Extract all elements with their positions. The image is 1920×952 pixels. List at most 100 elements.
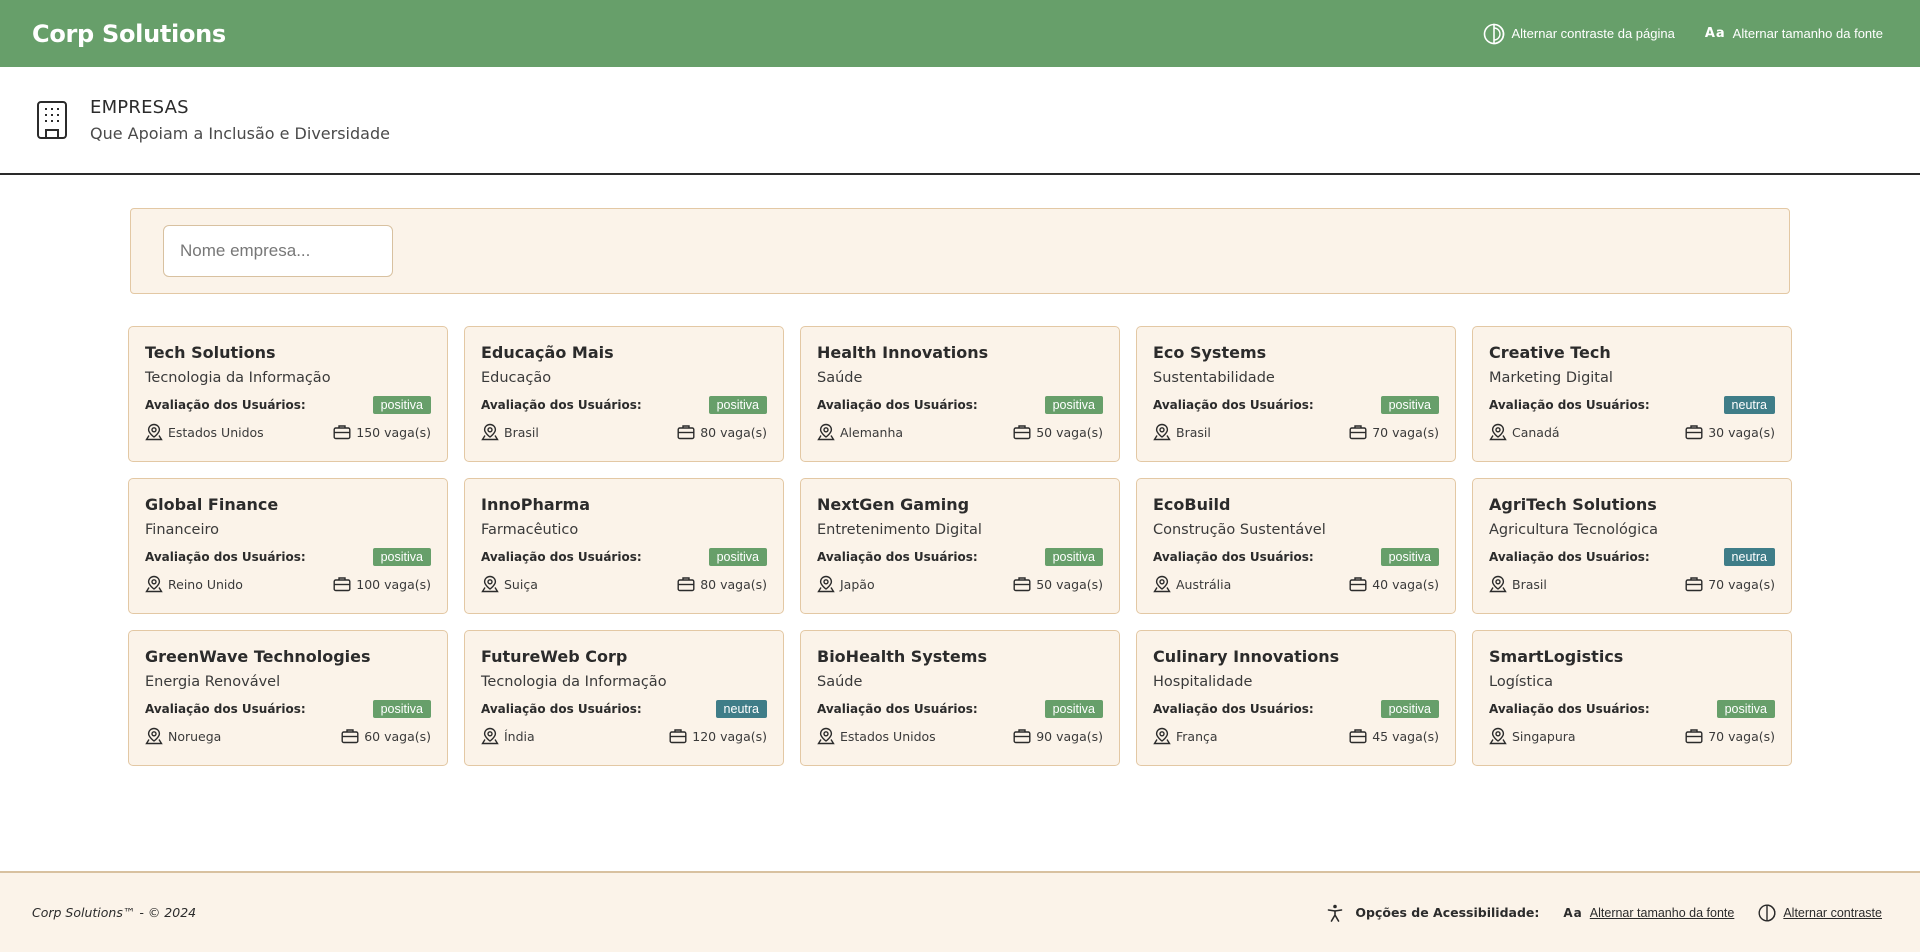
company-card[interactable]: Health Innovations Saúde Avaliação dos U… [800,326,1120,462]
company-country: Índia [504,728,535,744]
company-card[interactable]: SmartLogistics Logística Avaliação dos U… [1472,630,1792,766]
company-vacancies: 50 vaga(s) [1013,424,1103,440]
vacancies-count: 60 vaga(s) [364,728,431,744]
location-pin-icon [1153,727,1171,745]
briefcase-icon [1349,729,1367,744]
meta-row: Reino Unido 100 vaga(s) [145,574,431,594]
company-country: Reino Unido [168,576,243,592]
footer-font-size-link[interactable]: Aa Alternar tamanho da fonte [1563,906,1734,920]
company-vacancies: 90 vaga(s) [1013,728,1103,744]
company-sector: Hospitalidade [1153,674,1253,690]
briefcase-icon [1013,425,1031,440]
rating-badge: neutra [715,700,767,718]
company-name: Eco Systems [1153,343,1267,362]
rating-label: Avaliação dos Usuários: [481,398,642,412]
rating-badge: neutra [1723,548,1775,566]
company-vacancies: 70 vaga(s) [1685,728,1775,744]
vacancies-count: 70 vaga(s) [1708,576,1775,592]
rating-label: Avaliação dos Usuários: [145,398,306,412]
vacancies-count: 40 vaga(s) [1372,576,1439,592]
rating-label: Avaliação dos Usuários: [481,550,642,564]
rating-row: Avaliação dos Usuários: positiva [481,548,767,566]
rating-badge: positiva [1044,396,1103,414]
location-pin-icon [1489,423,1507,441]
header-actions: Alternar contraste da página Aa Alternar… [1483,23,1883,45]
vacancies-count: 150 vaga(s) [356,424,431,440]
company-card[interactable]: Eco Systems Sustentabilidade Avaliação d… [1136,326,1456,462]
company-location: França [1153,727,1218,745]
company-country: Noruega [168,728,222,744]
company-location: Brasil [481,423,539,441]
rating-badge: positiva [1044,700,1103,718]
rating-badge: positiva [708,548,767,566]
location-pin-icon [1489,575,1507,593]
briefcase-icon [1685,729,1703,744]
meta-row: Canadá 30 vaga(s) [1489,422,1775,442]
brand-logo[interactable]: Corp Solutions [32,20,226,48]
building-icon [37,101,67,139]
rating-row: Avaliação dos Usuários: neutra [481,700,767,718]
meta-row: Alemanha 50 vaga(s) [817,422,1103,442]
vacancies-count: 70 vaga(s) [1708,728,1775,744]
company-name: Global Finance [145,495,279,514]
company-location: Brasil [1489,575,1547,593]
company-card[interactable]: GreenWave Technologies Energia Renovável… [128,630,448,766]
company-country: Estados Unidos [168,424,264,440]
meta-row: Índia 120 vaga(s) [481,726,767,746]
footer-font-size-label: Alternar tamanho da fonte [1589,905,1735,920]
company-sector: Sustentabilidade [1153,370,1275,386]
vacancies-count: 100 vaga(s) [356,576,431,592]
contrast-icon [1758,903,1776,922]
rating-label: Avaliação dos Usuários: [1489,550,1650,564]
page-title: EMPRESAS [90,97,189,118]
company-search-input[interactable] [163,225,393,277]
company-sector: Saúde [817,370,863,386]
company-card[interactable]: FutureWeb Corp Tecnologia da Informação … [464,630,784,766]
footer-contrast-label: Alternar contraste [1783,905,1882,920]
vacancies-count: 30 vaga(s) [1708,424,1775,440]
rating-badge: positiva [1380,700,1439,718]
company-sector: Marketing Digital [1489,370,1613,386]
briefcase-icon [1685,425,1703,440]
rating-label: Avaliação dos Usuários: [817,398,978,412]
rating-row: Avaliação dos Usuários: neutra [1489,396,1775,414]
location-pin-icon [145,727,163,745]
rating-row: Avaliação dos Usuários: positiva [145,548,431,566]
company-location: Reino Unido [145,575,243,593]
briefcase-icon [333,425,351,440]
company-name: EcoBuild [1153,495,1231,514]
company-card[interactable]: Global Finance Financeiro Avaliação dos … [128,478,448,614]
vacancies-count: 80 vaga(s) [700,576,767,592]
company-vacancies: 120 vaga(s) [669,728,767,744]
company-vacancies: 80 vaga(s) [677,576,767,592]
footer-contrast-link[interactable]: Alternar contraste [1758,903,1882,922]
company-country: Estados Unidos [840,728,936,744]
location-pin-icon [817,727,835,745]
company-card[interactable]: Culinary Innovations Hospitalidade Avali… [1136,630,1456,766]
rating-row: Avaliação dos Usuários: positiva [817,396,1103,414]
company-country: Japão [840,576,875,592]
company-card[interactable]: InnoPharma Farmacêutico Avaliação dos Us… [464,478,784,614]
page-title-block: EMPRESAS Que Apoiam a Inclusão e Diversi… [90,97,390,143]
location-pin-icon [817,575,835,593]
company-vacancies: 70 vaga(s) [1349,424,1439,440]
company-name: BioHealth Systems [817,647,987,666]
company-sector: Agricultura Tecnológica [1489,522,1658,538]
toggle-contrast-button[interactable]: Alternar contraste da página [1483,23,1675,45]
company-location: Brasil [1153,423,1211,441]
company-card[interactable]: NextGen Gaming Entretenimento Digital Av… [800,478,1120,614]
company-vacancies: 70 vaga(s) [1685,576,1775,592]
meta-row: Estados Unidos 90 vaga(s) [817,726,1103,746]
company-card[interactable]: Tech Solutions Tecnologia da Informação … [128,326,448,462]
rating-row: Avaliação dos Usuários: positiva [1153,700,1439,718]
meta-row: Estados Unidos 150 vaga(s) [145,422,431,442]
company-name: SmartLogistics [1489,647,1624,666]
company-card[interactable]: EcoBuild Construção Sustentável Avaliaçã… [1136,478,1456,614]
company-card[interactable]: AgriTech Solutions Agricultura Tecnológi… [1472,478,1792,614]
company-card[interactable]: BioHealth Systems Saúde Avaliação dos Us… [800,630,1120,766]
meta-row: Brasil 70 vaga(s) [1489,574,1775,594]
briefcase-icon [1349,577,1367,592]
company-card[interactable]: Creative Tech Marketing Digital Avaliaçã… [1472,326,1792,462]
company-card[interactable]: Educação Mais Educação Avaliação dos Usu… [464,326,784,462]
toggle-font-size-button[interactable]: Aa Alternar tamanho da fonte [1705,26,1883,41]
